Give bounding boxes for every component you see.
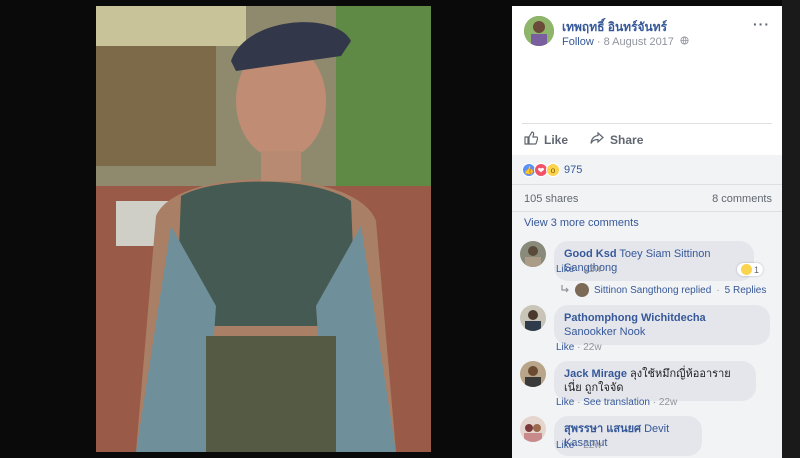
comments-count[interactable]: 8 comments [712, 193, 772, 205]
commenter-name[interactable]: Good Ksd [564, 248, 617, 260]
replies-summary[interactable]: Sittinon Sangthong replied · 5 Replies [560, 283, 766, 297]
comment-bubble: Good Ksd Toey Siam Sittinon Sangthong [554, 241, 754, 281]
like-button[interactable]: Like [524, 131, 568, 148]
author-avatar[interactable] [524, 16, 554, 46]
commenter-avatar[interactable] [520, 241, 546, 267]
commenter-name[interactable]: Pathomphong Wichitdecha [564, 312, 706, 324]
comment-bubble: Pathomphong Wichitdecha Sanookker Nook [554, 305, 770, 345]
commenter-avatar[interactable] [520, 416, 546, 442]
reaction-summary[interactable]: 👍 ❤ o 975 [522, 163, 582, 177]
share-button[interactable]: Share [590, 131, 643, 148]
photo-viewer [0, 0, 512, 458]
comment-bubble: Jack Mirage ลุงใช้หมึกญี่ห้ออารายเนี่ย ถ… [554, 361, 756, 401]
reply-summary-text: Sittinon Sangthong replied [594, 284, 712, 296]
post-photo[interactable] [96, 6, 431, 452]
reaction-count: 975 [564, 164, 583, 176]
comment-like-link[interactable]: Like [556, 264, 574, 275]
replier-avatar [575, 283, 589, 297]
post-meta: Follow · 8 August 2017 [562, 36, 689, 48]
comment-meta: Like · See translation · 22w [556, 397, 678, 408]
comment-meta: Like · 22w [556, 264, 602, 275]
reply-count: 5 Replies [724, 284, 767, 296]
post-stats: 105 shares 8 comments [512, 184, 782, 212]
commenter-name[interactable]: Jack Mirage [564, 368, 627, 380]
more-options-icon[interactable]: ··· [753, 16, 770, 32]
share-label: Share [610, 132, 644, 147]
comment-reaction-count: 1 [754, 264, 760, 275]
comment-like-link[interactable]: Like [556, 397, 574, 408]
comment-meta: Like · 22w [556, 440, 602, 451]
comment-time[interactable]: 22w [583, 440, 601, 451]
post-header: เทพฤทธิ์ อินทร์จันทร์ Follow · 8 August … [512, 6, 782, 116]
thumbs-up-icon [524, 131, 539, 148]
follow-link[interactable]: Follow [562, 36, 594, 48]
reply-arrow-icon [560, 284, 570, 297]
comment-time[interactable]: 22w [583, 264, 601, 275]
share-arrow-icon [590, 131, 604, 148]
comment-time[interactable]: 22w [659, 397, 677, 408]
comment-text[interactable]: Sanookker Nook [564, 326, 645, 338]
post-panel: เทพฤทธิ์ อินทร์จันทร์ Follow · 8 August … [512, 6, 782, 458]
comment-meta: Like · 22w [556, 342, 602, 353]
haha-reaction-icon [741, 264, 752, 275]
meta-separator: · [593, 36, 604, 48]
see-translation-link[interactable]: See translation [583, 397, 650, 408]
comment-reaction-badge[interactable]: 1 [737, 263, 764, 276]
shares-count[interactable]: 105 shares [524, 193, 578, 205]
globe-icon [680, 36, 689, 48]
commenter-name[interactable]: สุพรรษา แสนยศ [564, 423, 641, 435]
comment-like-link[interactable]: Like [556, 440, 574, 451]
post-actions: Like Share [522, 123, 772, 155]
comment-like-link[interactable]: Like [556, 342, 574, 353]
page-edge [782, 0, 800, 458]
post-date[interactable]: 8 August 2017 [604, 36, 674, 48]
commenter-avatar[interactable] [520, 305, 546, 331]
author-name[interactable]: เทพฤทธิ์ อินทร์จันทร์ [562, 18, 667, 37]
view-more-comments-link[interactable]: View 3 more comments [524, 217, 639, 229]
like-label: Like [544, 132, 569, 147]
wow-reaction-icon: o [546, 163, 560, 177]
commenter-avatar[interactable] [520, 361, 546, 387]
comment-time[interactable]: 22w [583, 342, 601, 353]
